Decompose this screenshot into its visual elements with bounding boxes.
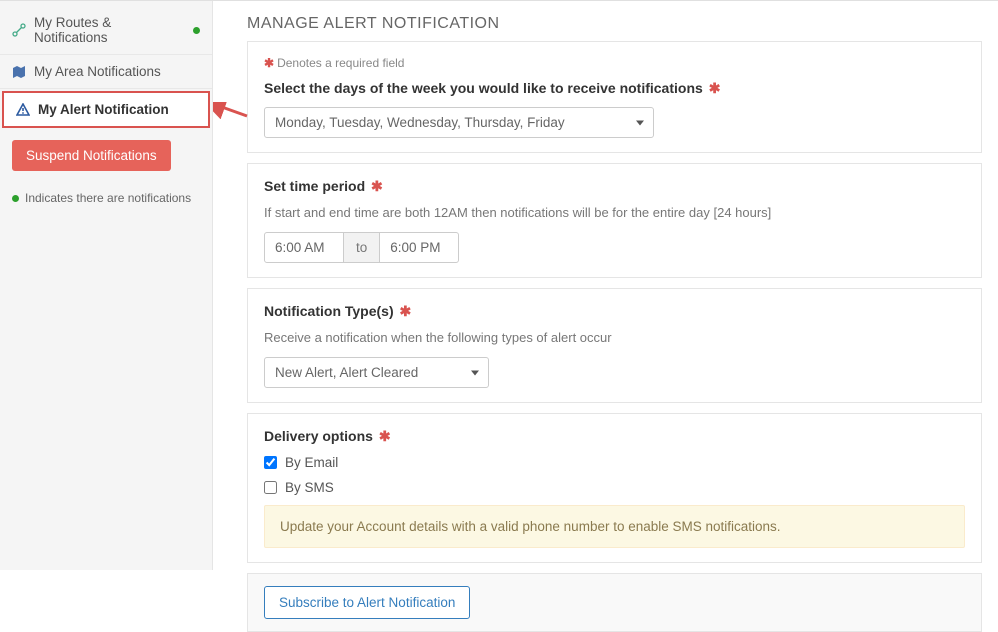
- notification-dot-icon: [193, 27, 200, 34]
- required-note: ✱Denotes a required field: [264, 56, 965, 70]
- sidebar: My Routes & Notifications My Area Notifi…: [0, 1, 213, 570]
- types-select[interactable]: New Alert, Alert Cleared: [264, 357, 489, 388]
- delivery-email-row: By Email: [264, 455, 965, 470]
- time-end-input[interactable]: [379, 232, 459, 263]
- asterisk-icon: ✱: [400, 303, 412, 319]
- delivery-sms-label[interactable]: By SMS: [285, 480, 334, 495]
- panel-footer: Subscribe to Alert Notification: [247, 573, 982, 632]
- asterisk-icon: ✱: [709, 80, 721, 96]
- types-label: Notification Type(s) ✱: [264, 303, 965, 320]
- route-icon: [12, 23, 26, 37]
- delivery-email-label[interactable]: By Email: [285, 455, 338, 470]
- asterisk-icon: ✱: [379, 428, 391, 444]
- time-to-label: to: [344, 232, 379, 263]
- sidebar-item-label: My Alert Notification: [38, 102, 169, 117]
- panel-days: ✱Denotes a required field Select the day…: [247, 41, 982, 153]
- delivery-sms-row: By SMS: [264, 480, 965, 495]
- suspend-notifications-button[interactable]: Suspend Notifications: [12, 140, 171, 171]
- legend: Indicates there are notifications: [0, 181, 212, 215]
- legend-dot-icon: [12, 195, 19, 202]
- days-select[interactable]: Monday, Tuesday, Wednesday, Thursday, Fr…: [264, 107, 654, 138]
- days-label: Select the days of the week you would li…: [264, 80, 965, 97]
- sidebar-item-area[interactable]: My Area Notifications: [0, 55, 212, 89]
- panel-time: Set time period ✱ If start and end time …: [247, 163, 982, 278]
- sms-note: Update your Account details with a valid…: [264, 505, 965, 548]
- sidebar-item-label: My Area Notifications: [34, 64, 161, 79]
- delivery-sms-checkbox[interactable]: [264, 481, 277, 494]
- time-start-input[interactable]: [264, 232, 344, 263]
- sidebar-item-routes[interactable]: My Routes & Notifications: [0, 6, 212, 55]
- delivery-label: Delivery options ✱: [264, 428, 965, 445]
- time-label: Set time period ✱: [264, 178, 965, 195]
- page-title: MANAGE ALERT NOTIFICATION: [247, 15, 982, 33]
- chevron-down-icon: [471, 370, 479, 375]
- types-helper: Receive a notification when the followin…: [264, 330, 965, 345]
- subscribe-button[interactable]: Subscribe to Alert Notification: [264, 586, 470, 619]
- panel-delivery: Delivery options ✱ By Email By SMS Updat…: [247, 413, 982, 563]
- asterisk-icon: ✱: [264, 56, 274, 70]
- legend-text: Indicates there are notifications: [25, 191, 191, 205]
- asterisk-icon: ✱: [371, 178, 383, 194]
- chevron-down-icon: [636, 120, 644, 125]
- delivery-email-checkbox[interactable]: [264, 456, 277, 469]
- sidebar-item-label: My Routes & Notifications: [34, 15, 187, 45]
- time-helper: If start and end time are both 12AM then…: [264, 205, 965, 220]
- warning-triangle-icon: [16, 103, 30, 117]
- map-icon: [12, 65, 26, 79]
- sidebar-item-alert[interactable]: My Alert Notification: [2, 91, 210, 128]
- main-content: MANAGE ALERT NOTIFICATION ✱Denotes a req…: [213, 1, 998, 570]
- time-range: to: [264, 232, 965, 263]
- panel-types: Notification Type(s) ✱ Receive a notific…: [247, 288, 982, 403]
